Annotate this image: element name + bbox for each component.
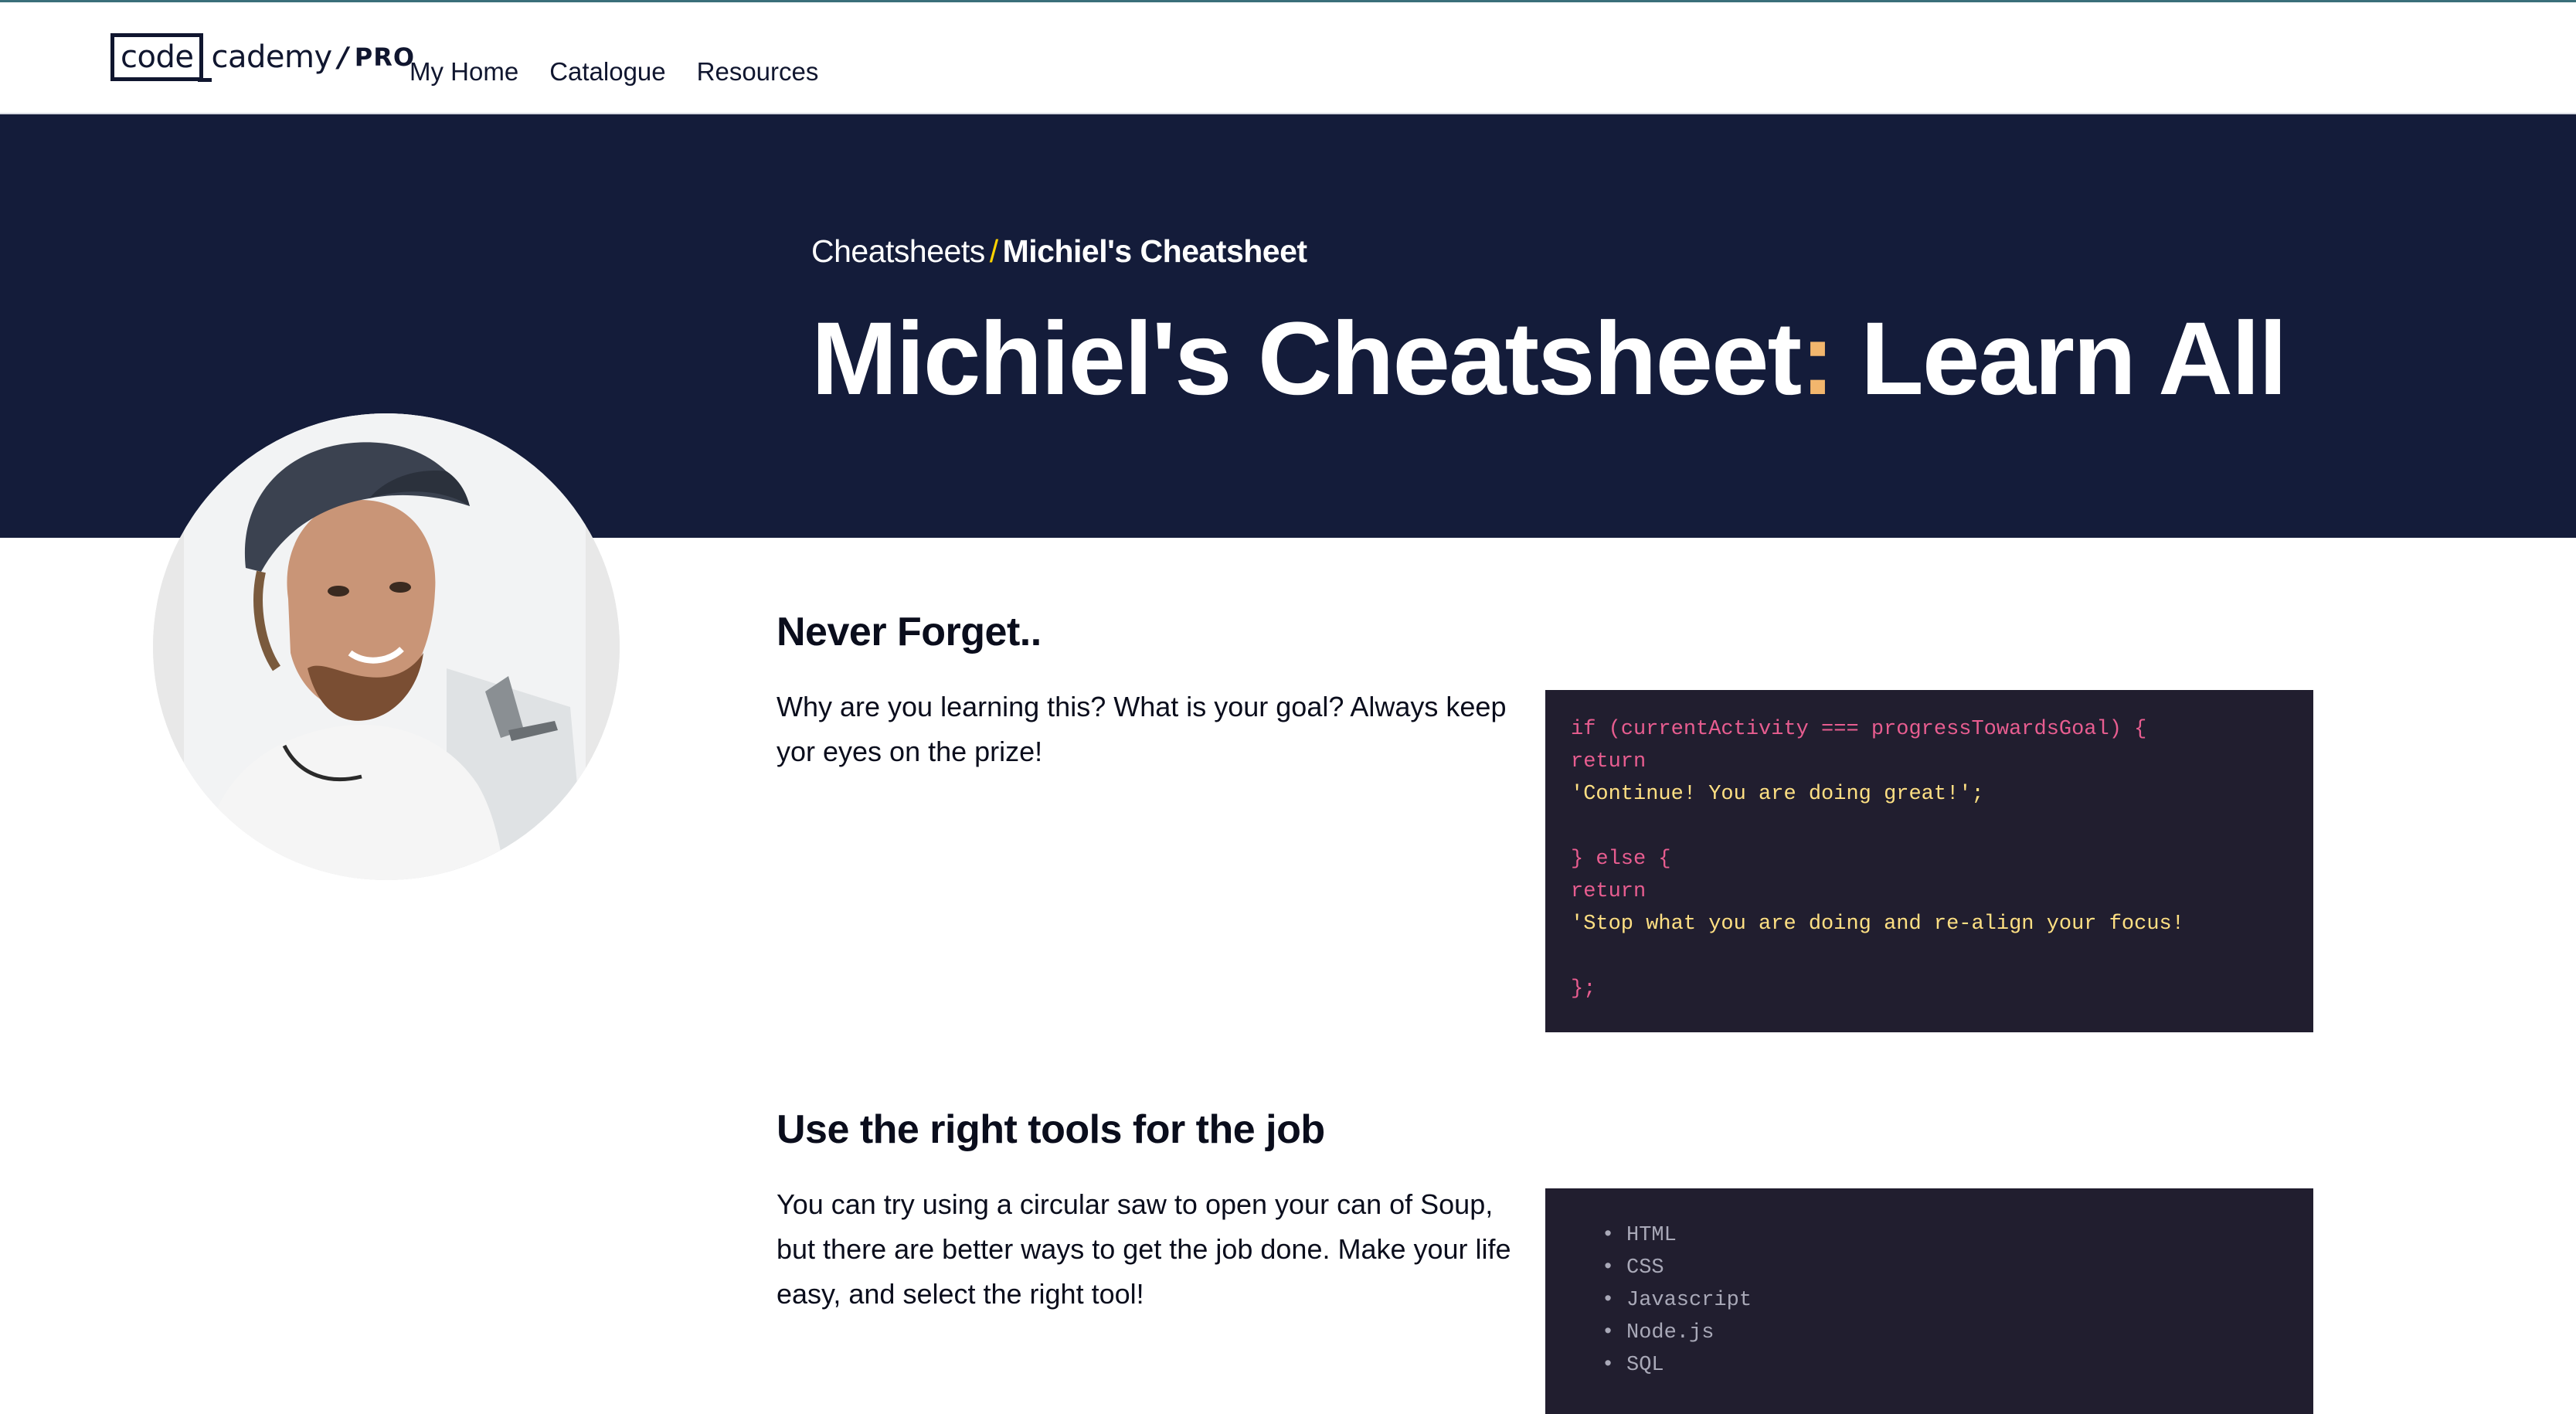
- list-item: SQL: [1602, 1349, 2288, 1382]
- code-line: return: [1571, 880, 1647, 903]
- page-title: Michiel's Cheatsheet: Learn All: [811, 300, 2287, 418]
- nav-link-resources[interactable]: Resources: [697, 50, 819, 93]
- section-right-tools: Use the right tools for the job You can …: [777, 1106, 1518, 1317]
- section-title: Use the right tools for the job: [777, 1107, 1325, 1152]
- logo-separator: /: [338, 41, 348, 73]
- section-title: Never Forget..: [777, 610, 1042, 654]
- code-line: 'Stop what you are doing and re-align yo…: [1571, 913, 2184, 936]
- code-line: if (currentActivity === progressTowardsG…: [1571, 718, 2147, 741]
- nav-link-catalogue[interactable]: Catalogue: [549, 50, 665, 93]
- code-block-goal: if (currentActivity === progressTowardsG…: [1545, 690, 2313, 1032]
- list-item: Javascript: [1602, 1284, 2288, 1317]
- codecademy-pro-logo[interactable]: code cademy / PRO: [110, 33, 416, 82]
- page: code cademy / PRO My Home Catalogue Reso…: [0, 0, 2576, 1414]
- breadcrumb-separator: /: [989, 233, 998, 269]
- list-item: Node.js: [1602, 1317, 2288, 1349]
- page-title-main: Michiel's Cheatsheet: [811, 301, 1802, 416]
- breadcrumb-link-cheatsheets[interactable]: Cheatsheets: [811, 233, 985, 269]
- list-item: CSS: [1602, 1252, 2288, 1284]
- code-line: } else {: [1571, 848, 1671, 871]
- page-title-colon: :: [1800, 301, 1835, 416]
- author-avatar: [153, 413, 620, 880]
- breadcrumb-current: Michiel's Cheatsheet: [1002, 233, 1307, 269]
- code-line: 'Continue! You are doing great!';: [1571, 783, 1984, 806]
- tools-list: HTML CSS Javascript Node.js SQL: [1571, 1219, 2288, 1382]
- list-item: HTML: [1602, 1219, 2288, 1252]
- section-text: You can try using a circular saw to open…: [777, 1188, 1511, 1310]
- nav-link-my-home[interactable]: My Home: [410, 50, 518, 93]
- section-never-forget: Never Forget.. Why are you learning this…: [777, 609, 1518, 774]
- logo-pro-label: PRO: [354, 42, 416, 72]
- breadcrumb: Cheatsheets / Michiel's Cheatsheet: [811, 233, 1307, 270]
- logo-code-box: code: [110, 33, 212, 82]
- top-nav: code cademy / PRO My Home Catalogue Reso…: [0, 0, 2576, 114]
- section-text: Why are you learning this? What is your …: [777, 691, 1507, 767]
- code-line: return: [1571, 750, 1647, 773]
- page-title-sub: Learn All: [1833, 301, 2287, 416]
- code-line: };: [1571, 977, 1596, 1001]
- main-nav: My Home Catalogue Resources: [410, 50, 849, 93]
- avatar-photo: [153, 413, 620, 880]
- logo-text: cademy: [211, 39, 332, 75]
- code-block-tools-list: HTML CSS Javascript Node.js SQL: [1545, 1188, 2313, 1414]
